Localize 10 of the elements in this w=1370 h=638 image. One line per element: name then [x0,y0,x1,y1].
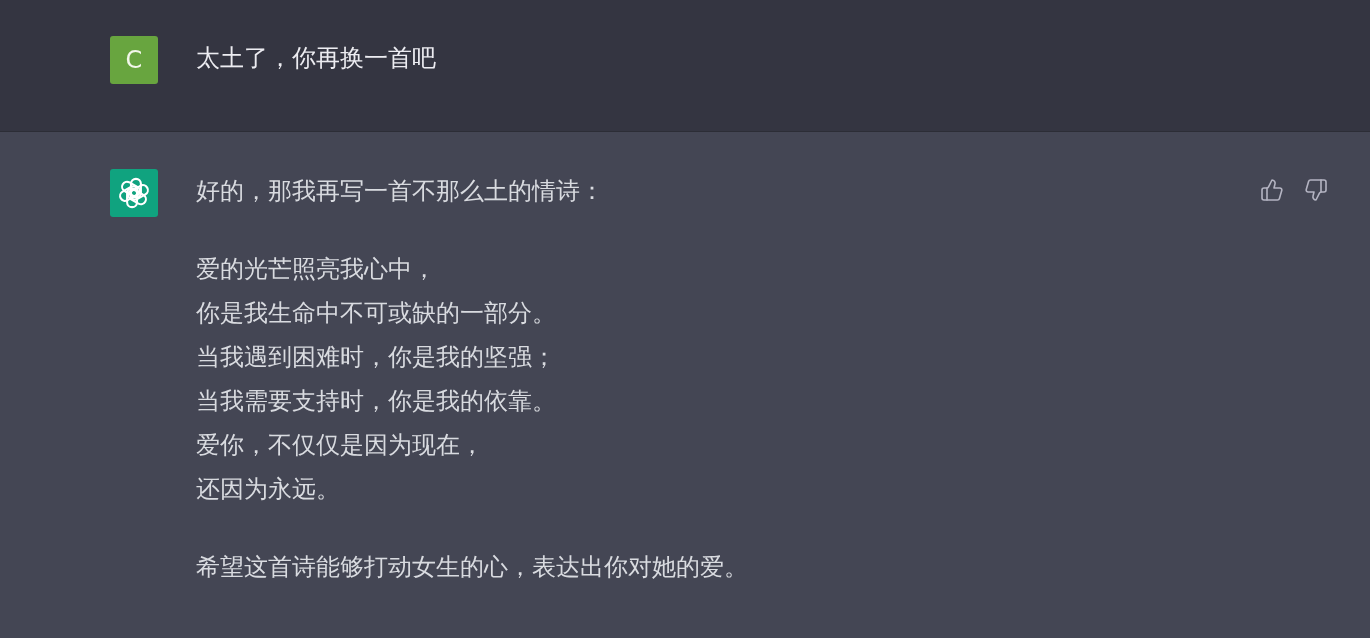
like-button[interactable] [1258,176,1286,204]
thumbs-down-icon [1304,178,1328,202]
logo-icon [110,169,158,217]
thumbs-up-icon [1260,178,1284,202]
message-paragraph: 爱的光芒照亮我心中， 你是我生命中不可或缺的一部分。 当我遇到困难时，你是我的坚强； 当我需要支持时，你是我的依靠。 爱你，不仅仅是因为现在， 还因为永远。 [196,254,556,505]
message-paragraph: 好的，那我再写一首不那么土的情诗： [196,176,604,207]
message-paragraph: 太土了，你再换一首吧 [196,43,436,74]
dislike-button[interactable] [1302,176,1330,204]
message-paragraph: 希望这首诗能够打动女生的心，表达出你对她的爱。 [196,552,748,583]
user-avatar: C [110,36,158,84]
